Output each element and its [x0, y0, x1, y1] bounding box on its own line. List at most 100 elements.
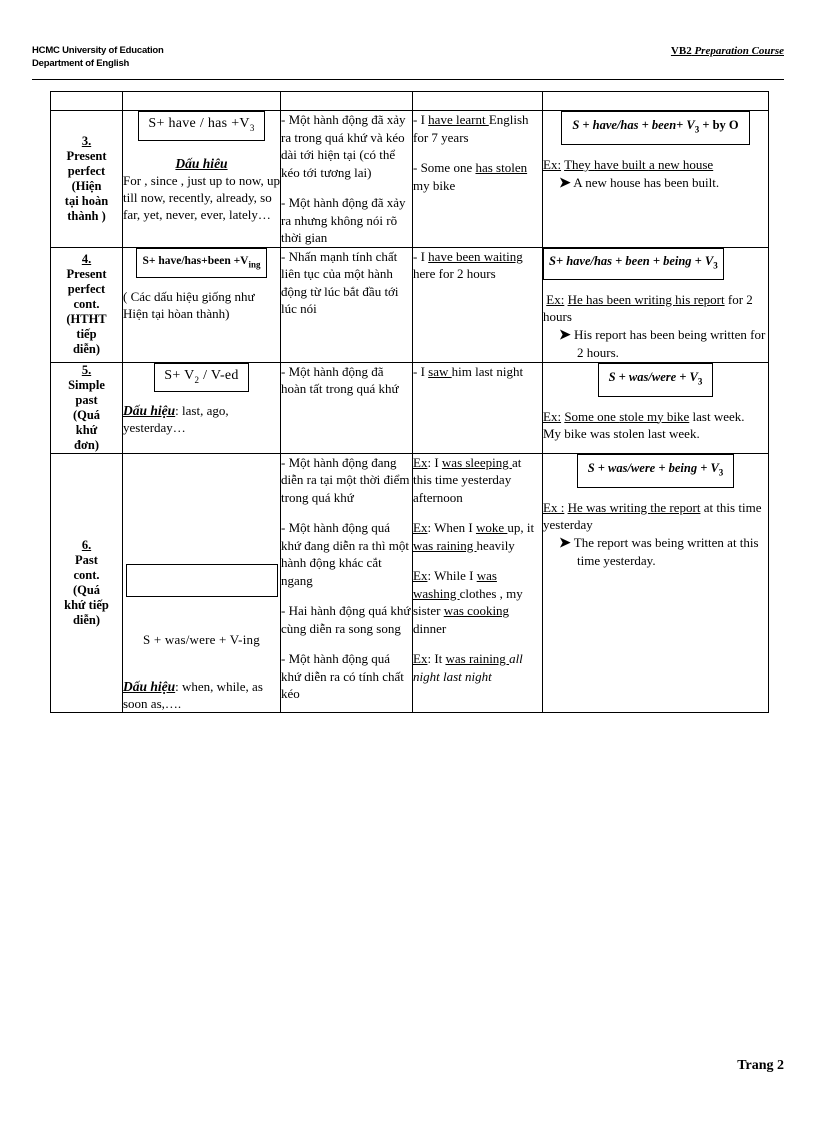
- usage-cell: - Một hành động đã xảy ra trong quá khứ …: [280, 110, 413, 248]
- example-suffix: my bike: [413, 177, 456, 193]
- example-label: Ex: [413, 454, 428, 470]
- course-code: VB2: [670, 45, 692, 57]
- example-suffix: heavily: [476, 537, 515, 553]
- passive-formula-text: S+ have/has + been + being + V: [549, 253, 714, 268]
- formula-subscript: 3: [249, 122, 255, 133]
- tense-number: 5.: [81, 362, 92, 377]
- passive-cell: S + was/were + being + V3 Ex : He was wr…: [542, 452, 769, 713]
- formula-cell: S+ have/has+been +Ving ( Các dấu hiệu gi…: [122, 246, 281, 363]
- course-title: VB2 Preparation Course: [671, 45, 784, 57]
- document-page: HCMC University of Education Department …: [0, 0, 816, 1123]
- formula-box: S+ have / has +V3: [138, 111, 265, 141]
- tense-name-en-line2: past: [75, 392, 98, 407]
- passive-result-text: His report has been being written for 2 …: [573, 326, 766, 361]
- tense-number: 3.: [81, 133, 92, 148]
- tense-name-en-line2: perfect: [67, 282, 106, 296]
- signals-text: For , since , just up to now, up till no…: [123, 172, 280, 222]
- passive-formula-text: S + was/were + being + V: [587, 460, 719, 475]
- table-row: 6. Past cont. (Quá khứ tiếp diễn) S + wa…: [50, 452, 769, 713]
- passive-formula-text: S + have/has + been+ V: [572, 118, 695, 132]
- passive-result-text: My bike was stolen last week.: [543, 426, 700, 441]
- tense-name-vi-line3: đơn): [74, 437, 99, 452]
- usage-item: - Nhấn mạnh tính chất liên tục của một h…: [281, 248, 399, 317]
- passive-example: Ex: He has been writing his report for 2…: [543, 291, 768, 362]
- active-subject: They: [564, 157, 595, 172]
- active-verb: was writing: [585, 499, 651, 515]
- example-cell: - I have been waiting here for 2 hours: [412, 246, 543, 363]
- example-underlined: was raining: [445, 651, 510, 666]
- tense-name-vi-line1: (HTHT: [66, 312, 107, 326]
- example-suffix: him last night: [451, 363, 524, 379]
- active-verb: has been writing: [585, 291, 676, 307]
- tense-name-vi-line1: (Quá: [72, 582, 101, 597]
- active-object: his report: [675, 291, 725, 307]
- signals-label: Dấu hiệu: [123, 403, 176, 419]
- example-mid: up, it: [507, 520, 535, 535]
- active-subject: Some one: [564, 408, 620, 424]
- header-cell-use: [280, 91, 413, 111]
- tense-name-en-line1: Past: [75, 552, 98, 567]
- tense-name-en-line1: Present: [66, 148, 107, 163]
- usage-item: - Một hành động quá khứ diễn ra có tính …: [281, 651, 404, 701]
- formula-text: S+ V: [164, 367, 195, 383]
- passive-result-text: A new house has been built.: [573, 174, 720, 190]
- example-suffix: dinner: [413, 620, 447, 636]
- arrow-icon: ➤: [559, 535, 571, 551]
- tense-name-vi-line3: diễn): [72, 612, 101, 627]
- active-object: a new house: [648, 157, 714, 172]
- example-item: Ex: I was sleeping at this time yesterda…: [413, 454, 542, 507]
- signals-label: Dấu hiệu: [123, 678, 176, 694]
- tense-name-en-line3: cont.: [73, 297, 100, 311]
- example-label: Ex:: [543, 157, 562, 172]
- tense-name-vi-line2: tại hoàn: [64, 193, 109, 208]
- active-tail: last week.: [689, 408, 745, 424]
- page-number: Trang 2: [737, 1058, 784, 1073]
- active-object: my bike: [647, 408, 690, 424]
- example-label: Ex:: [543, 408, 562, 424]
- passive-formula-subscript: 3: [718, 467, 724, 477]
- example-underlined: have learnt: [428, 112, 489, 127]
- tense-name-en-line1: Present: [66, 267, 107, 281]
- example-item: Ex: While I was washing clothes , my sis…: [413, 567, 542, 637]
- usage-item: - Một hành động quá khứ đang diễn ra thì…: [281, 520, 409, 588]
- signals-text: ( Các dấu hiệu giống như Hiện tại hòan t…: [123, 288, 255, 321]
- tense-name-en-line1: Simple: [68, 377, 105, 392]
- example-item: - Some one has stolen my bike: [413, 159, 542, 194]
- tense-name-vi-line2: tiếp: [76, 327, 97, 341]
- usage-item: - Một hành động đã xảy ra trong quá khứ …: [281, 112, 406, 180]
- header-cell-formula: [122, 91, 281, 111]
- passive-example: Ex : He was writing the report at this t…: [543, 499, 768, 570]
- passive-formula-box: S + was/were + being + V3: [576, 453, 735, 488]
- passive-example: Ex: Some one stole my bike last week. My…: [543, 408, 768, 443]
- example-prefix: : It: [427, 651, 446, 666]
- tense-name-vi-line1: (Quá: [72, 407, 101, 422]
- header-divider: [32, 79, 784, 80]
- passive-result-line: ➤ A new house has been built.: [543, 174, 768, 193]
- tense-name-cell: 4. Present perfect cont. (HTHT tiếp diễn…: [50, 246, 123, 363]
- example-underlined-2: was raining: [413, 537, 477, 553]
- tense-name-vi-line3: diễn): [72, 342, 101, 356]
- university-line: HCMC University of Education: [32, 45, 164, 56]
- example-prefix: : I: [427, 454, 442, 470]
- example-suffix: here for 2 hours: [413, 266, 496, 281]
- document-header: HCMC University of Education Department …: [32, 44, 784, 78]
- table-row: 5. Simple past (Quá khứ đơn) S+ V2 / V-e…: [50, 361, 769, 454]
- example-label: Ex: [413, 520, 428, 535]
- institution-name: HCMC University of Education Department …: [32, 44, 164, 70]
- example-label: Ex:: [546, 291, 565, 307]
- active-verb: have built: [594, 157, 649, 172]
- usage-item: - Hai hành động quá khứ cùng diễn ra son…: [281, 603, 411, 636]
- department-line: Department of English: [32, 58, 130, 69]
- example-item: - I have been waiting here for 2 hours: [413, 248, 542, 283]
- passive-formula-box: S + was/were + V3: [597, 362, 714, 397]
- passive-cell: S+ have/has + been + being + V3 Ex: He h…: [542, 246, 769, 363]
- formula-tail: / V-ed: [199, 367, 239, 383]
- table-header-strip: [50, 91, 769, 111]
- plain-formula: S + was/were + V-ing: [143, 631, 260, 647]
- active-verb: stole: [619, 408, 648, 424]
- signals-label: Dấu hiêu: [175, 155, 228, 171]
- tense-name-vi-line1: (Hiện: [71, 178, 102, 193]
- table-row: 4. Present perfect cont. (HTHT tiếp diễn…: [50, 246, 769, 363]
- example-item: - I saw him last night: [413, 363, 542, 381]
- example-underlined: was sleeping: [441, 454, 512, 470]
